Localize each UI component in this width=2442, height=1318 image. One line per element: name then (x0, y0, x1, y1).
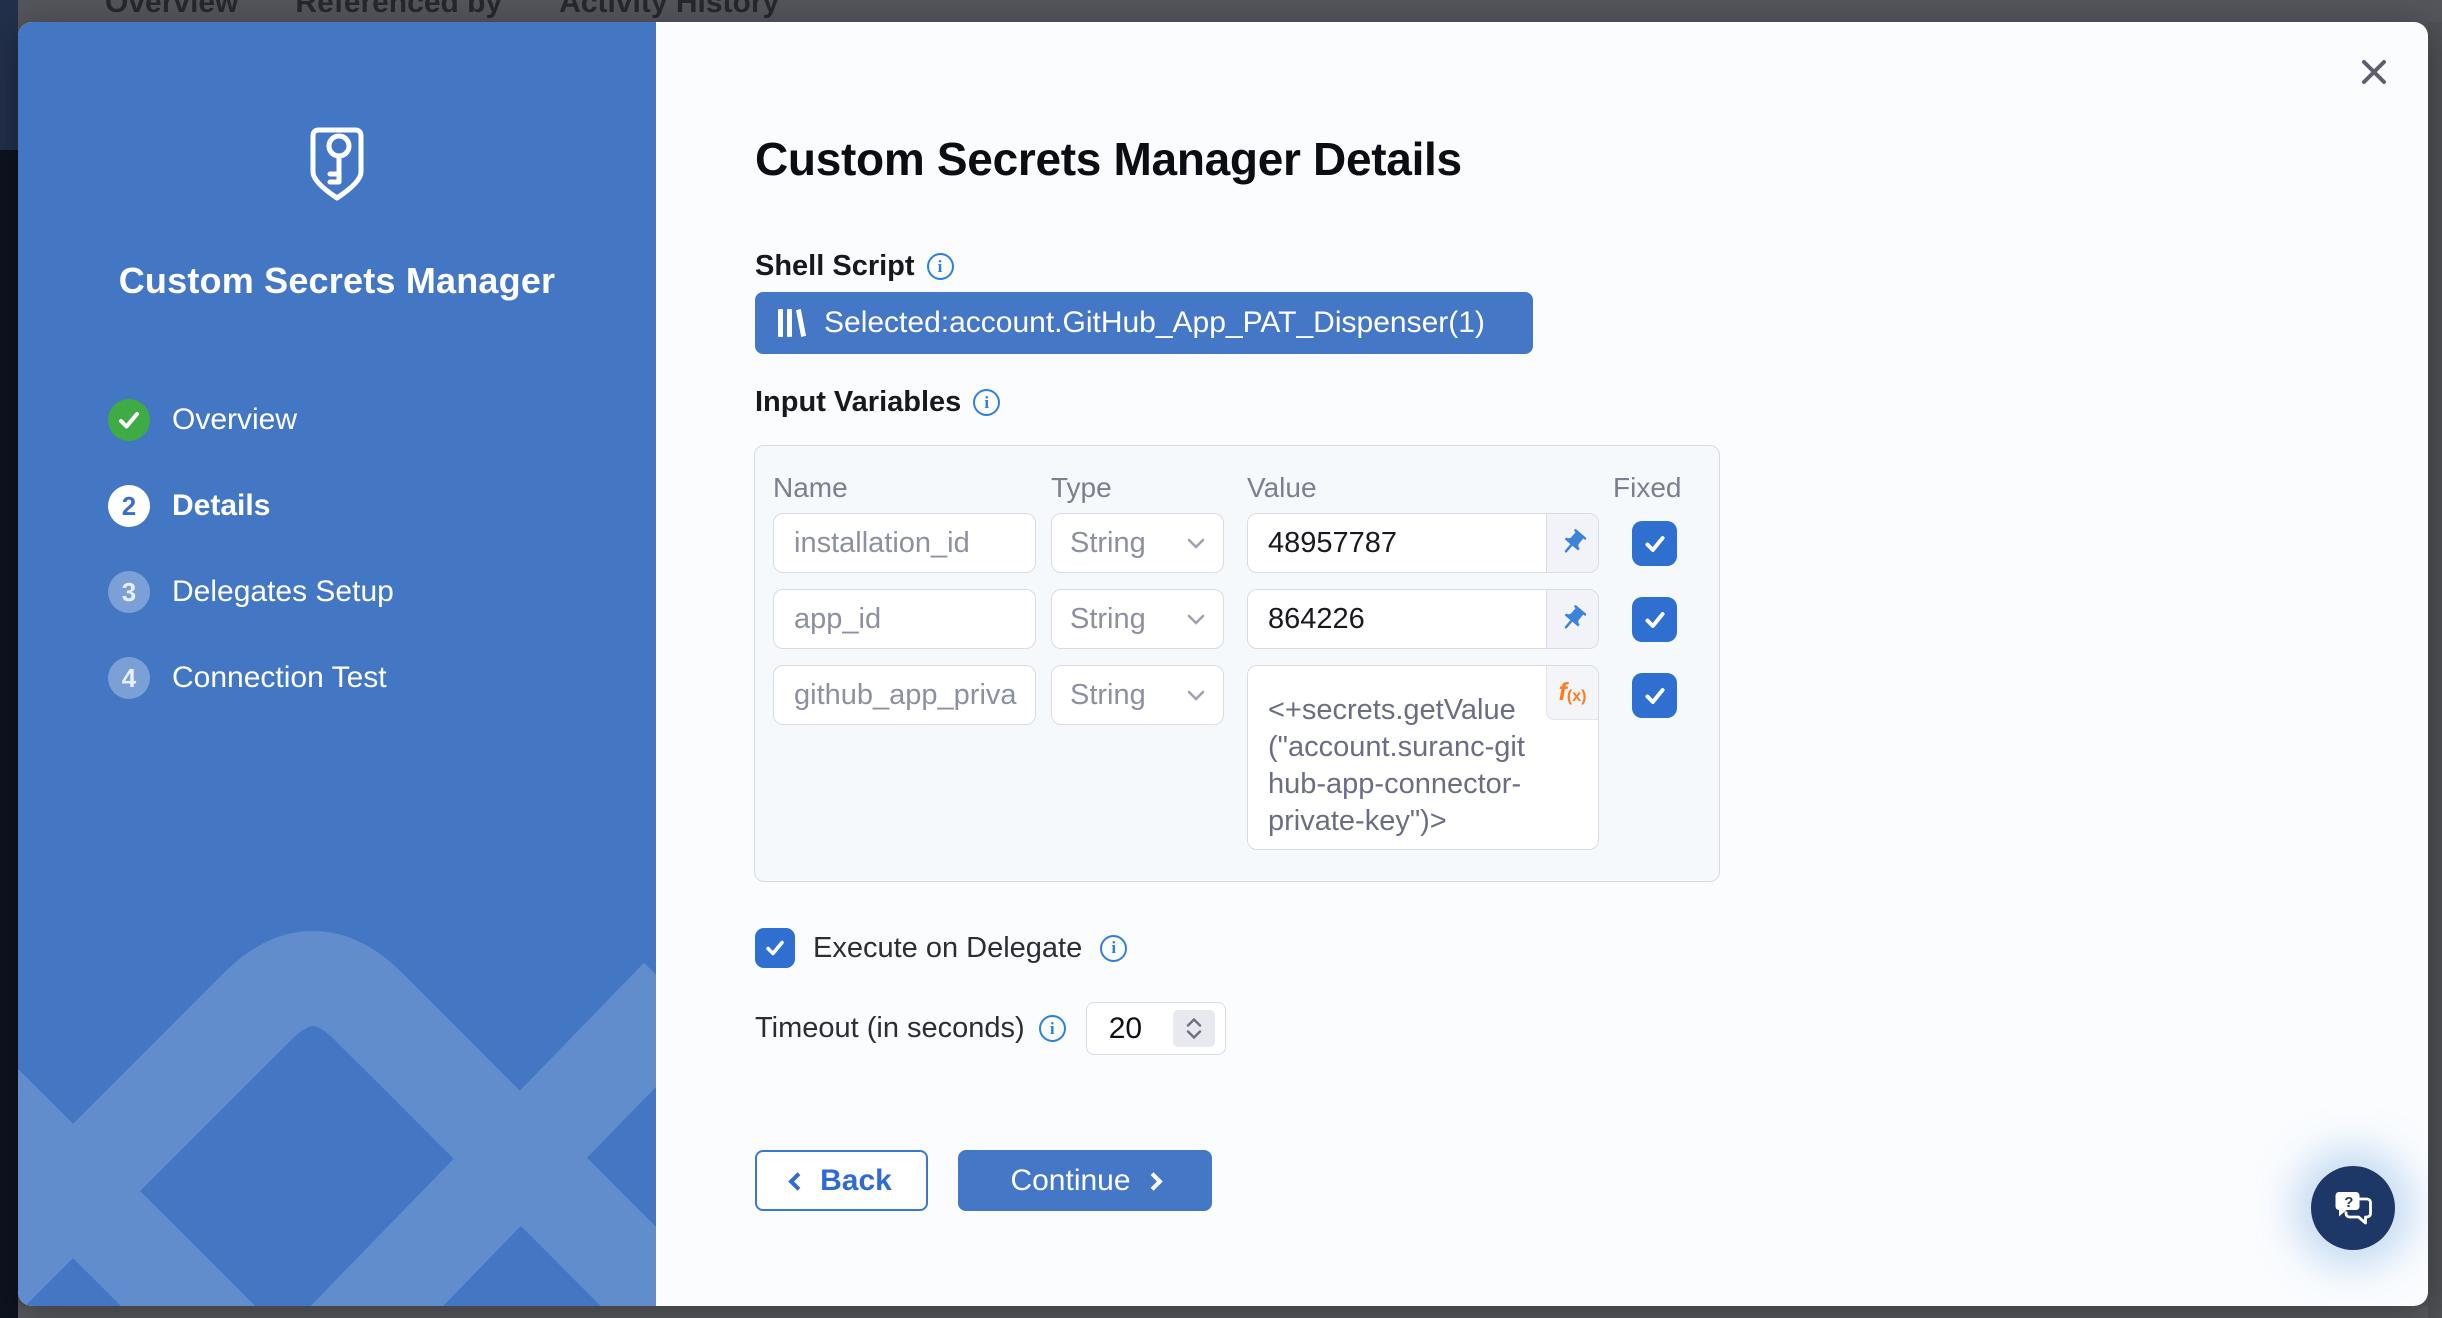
background-tabs: Overview Referenced by Activity History (0, 0, 2442, 20)
variable-type-value: String (1070, 603, 1146, 636)
chevron-up-icon (1186, 1018, 1202, 1027)
chevron-left-icon (788, 1172, 806, 1190)
info-icon[interactable] (1039, 1015, 1066, 1042)
chevron-down-icon (1187, 538, 1205, 549)
wizard-sidebar: Custom Secrets Manager Overview 2 Detail… (18, 22, 656, 1306)
variable-type-select[interactable]: String (1051, 513, 1224, 573)
execute-on-delegate-label: Execute on Delegate (813, 932, 1082, 965)
step-label: Overview (172, 403, 297, 437)
shell-script-selected-button[interactable]: Selected:account.GitHub_App_PAT_Dispense… (755, 292, 1533, 354)
expression-value-type-button[interactable]: f(x) (1546, 666, 1598, 720)
back-button-label: Back (820, 1164, 892, 1198)
template-library-icon (777, 307, 807, 339)
check-icon (1642, 683, 1668, 709)
info-icon[interactable] (927, 253, 954, 280)
execute-on-delegate-row: Execute on Delegate (755, 928, 1127, 968)
shell-script-label: Shell Script (755, 250, 915, 283)
secrets-manager-shield-key-icon (299, 122, 375, 211)
check-icon (1642, 531, 1668, 557)
step-connection-test[interactable]: 4 Connection Test (108, 656, 394, 700)
timeout-input[interactable]: 20 (1086, 1002, 1226, 1055)
dialog-title: Custom Secrets Manager Details (755, 132, 1462, 186)
chevron-down-icon (1187, 690, 1205, 701)
variable-value-field: 48957787 (1247, 513, 1599, 573)
wizard-title: Custom Secrets Manager (18, 260, 656, 302)
timeout-row: Timeout (in seconds) 20 (755, 1002, 1226, 1055)
back-button[interactable]: Back (755, 1150, 928, 1211)
continue-button-label: Continue (1010, 1164, 1130, 1198)
variable-value-input[interactable]: 864226 (1248, 590, 1546, 648)
step-delegates-setup[interactable]: 3 Delegates Setup (108, 570, 394, 614)
column-header-type: Type (1051, 472, 1112, 504)
variable-type-select[interactable]: String (1051, 665, 1224, 725)
fixed-value-type-button[interactable] (1546, 590, 1598, 648)
variable-name-input[interactable]: installation_id (773, 513, 1036, 573)
variable-type-select[interactable]: String (1051, 589, 1224, 649)
check-icon (1642, 607, 1668, 633)
fixed-checkbox[interactable] (1632, 597, 1677, 642)
pin-icon (1551, 522, 1593, 564)
step-details[interactable]: 2 Details (108, 484, 394, 528)
backdrop-bottom (18, 1306, 2428, 1318)
variable-value-field: <+secrets.getValue("account.suranc-githu… (1247, 665, 1599, 850)
dialog-footer: Back Continue (755, 1150, 1212, 1211)
chevron-right-icon (1144, 1172, 1162, 1190)
help-chat-button[interactable]: ? (2311, 1166, 2395, 1250)
chat-question-icon: ? (2329, 1184, 2377, 1232)
variable-value-field: 864226 (1247, 589, 1599, 649)
chevron-down-icon (1186, 1030, 1202, 1039)
shell-script-selected-value: Selected:account.GitHub_App_PAT_Dispense… (824, 306, 1485, 340)
tab-activity-history: Activity History (559, 0, 779, 20)
timeout-label: Timeout (in seconds) (755, 1012, 1025, 1045)
dimmed-page-header: Overview Referenced by Activity History (0, 0, 2442, 22)
fixed-checkbox[interactable] (1632, 673, 1677, 718)
execute-on-delegate-checkbox[interactable] (755, 928, 795, 968)
variable-value-expression-input[interactable]: <+secrets.getValue("account.suranc-githu… (1268, 692, 1534, 840)
column-header-value: Value (1247, 472, 1317, 504)
shell-script-label-row: Shell Script (755, 250, 954, 283)
continue-button[interactable]: Continue (958, 1150, 1212, 1211)
fixed-checkbox[interactable] (1632, 521, 1677, 566)
variable-name-input[interactable]: github_app_priva (773, 665, 1036, 725)
tab-overview: Overview (105, 0, 238, 20)
backdrop-right (2428, 22, 2442, 1318)
fixed-value-type-button[interactable] (1546, 514, 1598, 572)
info-icon[interactable] (973, 389, 1000, 416)
pin-icon (1551, 598, 1593, 640)
step-label: Details (172, 489, 270, 523)
input-variables-label: Input Variables (755, 386, 961, 419)
fx-icon-sub: (x) (1567, 688, 1587, 706)
step-number: 3 (108, 571, 150, 613)
check-icon (763, 936, 787, 960)
close-dialog-button[interactable] (2350, 48, 2398, 96)
custom-secrets-manager-dialog: Custom Secrets Manager Overview 2 Detail… (18, 22, 2428, 1306)
input-variables-label-row: Input Variables (755, 386, 1000, 419)
step-label: Connection Test (172, 661, 387, 695)
wizard-steps: Overview 2 Details 3 Delegates Setup 4 C… (108, 398, 394, 742)
variable-type-value: String (1070, 527, 1146, 560)
variable-name-input[interactable]: app_id (773, 589, 1036, 649)
variable-value-input[interactable]: 48957787 (1248, 514, 1546, 572)
column-header-fixed: Fixed (1613, 472, 1681, 504)
close-icon (2357, 55, 2391, 89)
timeout-value: 20 (1109, 1012, 1142, 1046)
background-left-nav (0, 0, 18, 1318)
step-number: 4 (108, 657, 150, 699)
timeout-stepper[interactable] (1173, 1010, 1215, 1047)
step-label: Delegates Setup (172, 575, 394, 609)
tab-referenced-by: Referenced by (295, 0, 502, 20)
variable-type-value: String (1070, 679, 1146, 712)
input-variables-table: Name Type Value Fixed installation_id St… (754, 445, 1720, 882)
step-complete-check-icon (108, 399, 150, 441)
column-header-name: Name (773, 472, 848, 504)
chevron-down-icon (1187, 614, 1205, 625)
step-overview[interactable]: Overview (108, 398, 394, 442)
fx-icon: f (1559, 678, 1567, 707)
harness-logo-watermark (18, 876, 656, 1306)
svg-text:?: ? (2344, 1194, 2353, 1211)
step-number: 2 (108, 485, 150, 527)
info-icon[interactable] (1100, 935, 1127, 962)
